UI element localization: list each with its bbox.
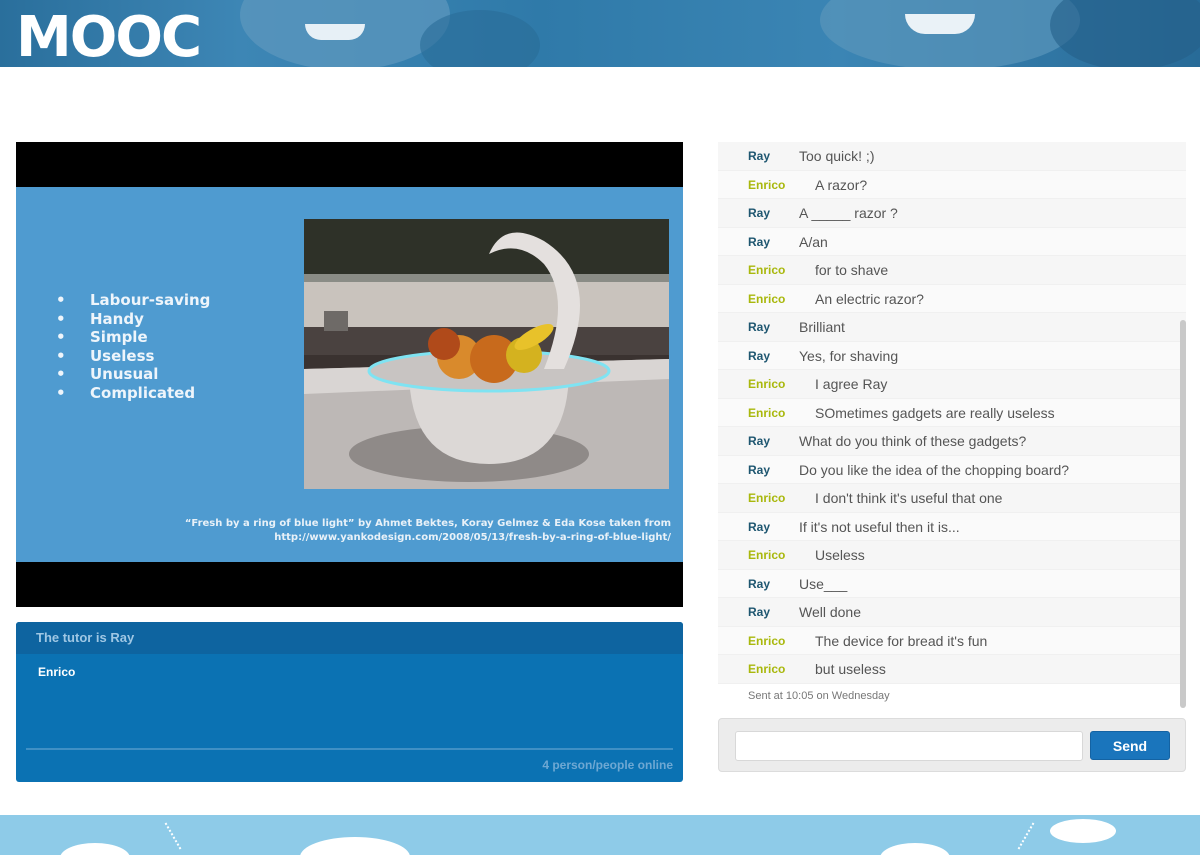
chat-message: Enrico I don't think it's useful that one	[718, 484, 1186, 513]
chat-message: Ray Yes, for shaving	[718, 341, 1186, 370]
chat-message-text: A razor?	[815, 176, 868, 193]
chat-message: Enrico for to shave	[718, 256, 1186, 285]
chat-sender: Enrico	[748, 291, 786, 306]
chat-message: Enrico The device for bread it's fun	[718, 626, 1186, 655]
chat-message: Ray If it's not useful then it is...	[718, 512, 1186, 541]
chat-message-text: SOmetimes gadgets are really useless	[815, 404, 1055, 421]
footer-dotted-line	[164, 822, 182, 850]
participant-name: Enrico	[38, 665, 76, 679]
caption-url: http://www.yankodesign.com/2008/05/13/fr…	[274, 532, 671, 543]
footer-cloud	[300, 837, 410, 855]
chat-sender: Enrico	[748, 633, 786, 648]
chat-message: Ray Well done	[718, 598, 1186, 627]
send-button[interactable]: Send	[1090, 731, 1170, 760]
chat-log[interactable]: Ray Too quick! ;) Enrico A razor? Ray A _____…	[718, 142, 1186, 710]
chat-message-text: An electric razor?	[815, 290, 924, 307]
chat-message: Enrico A razor?	[718, 170, 1186, 199]
online-count: 4 person/people online	[542, 758, 673, 772]
chat-message: Ray A _____ razor ?	[718, 199, 1186, 228]
chat-message-text: for to shave	[815, 262, 889, 278]
chat-sender: Enrico	[748, 491, 786, 505]
chat-message-text: Well done	[799, 604, 862, 620]
chat-sender: Ray	[748, 320, 771, 334]
slide-bullet: Useless	[56, 347, 210, 366]
chat-message: Enrico I agree Ray	[718, 370, 1186, 399]
footer-cloud	[880, 843, 950, 855]
banner-photo-area	[420, 10, 540, 67]
chat-message: Ray Do you like the idea of the chopping …	[718, 455, 1186, 484]
chat-sender: Ray	[748, 576, 771, 591]
fruit-bowl-image	[304, 219, 669, 489]
slide-caption: “Fresh by a ring of blue light” by Ahmet…	[151, 517, 671, 545]
chat-sender: Ray	[748, 348, 771, 363]
chat-message-text: Brilliant	[799, 319, 845, 335]
site-logo[interactable]: MOOC	[16, 8, 202, 68]
chat-message-text: Do you like the idea of the chopping boa…	[799, 461, 1070, 478]
sent-timestamp: Sent at 10:05 on Wednesday	[748, 690, 890, 702]
header-banner: MOOC	[0, 0, 1200, 67]
panel-divider	[26, 748, 673, 750]
chat-sender: Ray	[748, 234, 771, 249]
slide-bullet-list: Labour-saving Handy Simple Useless Unusu…	[56, 291, 210, 402]
chat-sender: Enrico	[748, 177, 786, 192]
chat-sender: Ray	[748, 605, 771, 619]
chat-sender: Enrico	[748, 548, 786, 562]
chat-message: Enrico Useless	[718, 541, 1186, 570]
footer-dotted-line	[1017, 822, 1035, 850]
slide-bullet: Unusual	[56, 365, 210, 384]
chat-sender: Enrico	[748, 377, 786, 391]
slide-bullet: Simple	[56, 328, 210, 347]
banner-photo-detail	[305, 24, 365, 40]
chat-message-text: What do you think of these gadgets?	[799, 433, 1027, 449]
chat-composer: Send	[718, 718, 1186, 772]
chat-sender: Ray	[748, 462, 771, 477]
chat-message: Ray Too quick! ;)	[718, 142, 1186, 171]
chat-message-text: Use___	[799, 575, 848, 592]
chat-message-text: but useless	[815, 661, 886, 677]
chat-scrollbar[interactable]	[1180, 320, 1186, 708]
caption-credit: “Fresh by a ring of blue light” by Ahmet…	[184, 518, 671, 529]
chat-message: Enrico but useless	[718, 655, 1186, 684]
footer-cloud	[60, 843, 130, 855]
chat-sender: Ray	[748, 434, 771, 448]
chat-message-input[interactable]	[735, 731, 1083, 761]
chat-sender: Ray	[748, 206, 771, 220]
video-player[interactable]: Labour-saving Handy Simple Useless Unusu…	[16, 142, 683, 607]
slide-bullet: Labour-saving	[56, 291, 210, 310]
chat-sender: Enrico	[748, 405, 786, 420]
video-slide: Labour-saving Handy Simple Useless Unusu…	[16, 187, 683, 562]
chat-sender: Ray	[748, 519, 771, 534]
footer-cloud	[1050, 819, 1116, 843]
chat-message-text: If it's not useful then it is...	[799, 518, 960, 535]
chat-message: Ray A/an	[718, 227, 1186, 256]
chat-sender: Ray	[748, 149, 771, 163]
chat-sender: Enrico	[748, 263, 786, 277]
chat-sender: Enrico	[748, 662, 786, 676]
tutor-heading: The tutor is Ray	[16, 622, 683, 654]
footer-illustration	[0, 815, 1200, 855]
slide-bullet: Complicated	[56, 384, 210, 403]
chat-message-text: I don't think it's useful that one	[815, 490, 1003, 506]
chat-message-text: Yes, for shaving	[799, 347, 899, 364]
chat-message-text: I agree Ray	[815, 376, 888, 392]
slide-bullet: Handy	[56, 310, 210, 329]
chat-message: Ray Brilliant	[718, 313, 1186, 342]
participants-panel: The tutor is Ray Enrico 4 person/people …	[16, 622, 683, 782]
chat-message-text: Useless	[815, 547, 865, 563]
chat-message-text: Too quick! ;)	[799, 148, 875, 164]
chat-message: Enrico SOmetimes gadgets are really usele…	[718, 398, 1186, 427]
chat-message-text: A _____ razor ?	[799, 205, 898, 221]
chat-message: Enrico An electric razor?	[718, 284, 1186, 313]
chat-message-text: The device for bread it's fun	[815, 632, 988, 649]
chat-message: Ray Use___	[718, 569, 1186, 598]
banner-photo-area	[1050, 0, 1200, 67]
chat-message-text: A/an	[799, 233, 828, 250]
chat-message: Ray What do you think of these gadgets?	[718, 427, 1186, 456]
banner-photo-detail	[905, 14, 975, 34]
fruit-bowl-photo	[304, 219, 669, 489]
